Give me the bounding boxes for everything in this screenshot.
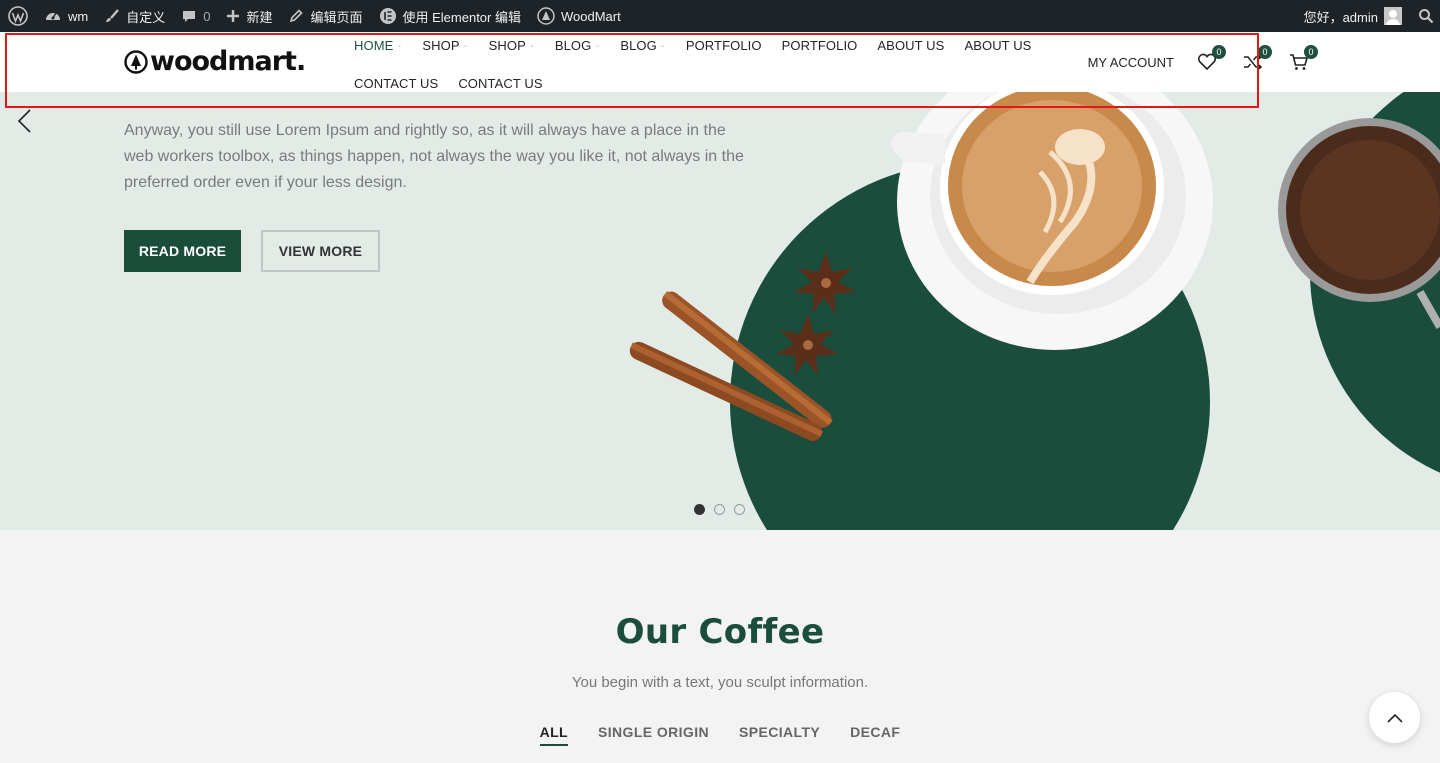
site-name-label: wm <box>68 8 89 24</box>
nav-blog-label: BLOG <box>554 37 592 53</box>
edit-page-item[interactable]: 编辑页面 <box>280 0 370 32</box>
woodmart-icon <box>537 7 555 25</box>
tab-specialty[interactable]: SPECIALTY <box>739 724 820 746</box>
scroll-to-top-button[interactable] <box>1369 692 1420 743</box>
slider-prev-arrow[interactable] <box>16 108 34 139</box>
section-title: Our Coffee <box>615 612 825 652</box>
header-tools: MY ACCOUNT 0 0 0 <box>1088 32 1318 92</box>
nav-about[interactable]: ABOUT US <box>877 38 944 53</box>
nav-portfolio[interactable]: PORTFOLIO <box>686 38 762 53</box>
nav-row-2: CONTACT US CONTACT US <box>354 73 563 93</box>
admin-search-item[interactable] <box>1410 0 1440 32</box>
nav-about-2-label: ABOUT US <box>964 37 1032 53</box>
chevron-down-icon: ⌄ <box>659 42 666 49</box>
compare-button[interactable]: 0 <box>1240 45 1272 75</box>
elementor-edit-item[interactable]: 使用 Elementor 编辑 <box>371 0 529 32</box>
chevron-down-icon: ⌄ <box>594 42 601 49</box>
nav-row-1: HOME ⌄ SHOP ⌄ SHOP ⌄ BLOG ⌄ BLOG ⌄ PORTFOLIO … <box>354 35 1051 55</box>
nav-blog-2[interactable]: BLOG ⌄ <box>620 38 666 53</box>
logo-text: woodmart. <box>150 46 306 77</box>
tab-all[interactable]: ALL <box>539 724 569 746</box>
nav-home-label: HOME <box>354 37 394 53</box>
slider-dot-1[interactable] <box>694 504 705 515</box>
cart-button[interactable]: 0 <box>1286 45 1318 75</box>
woodmart-label: WoodMart <box>560 8 621 24</box>
nav-blog-2-label: BLOG <box>620 37 657 53</box>
nav-shop-2-label: SHOP <box>488 37 526 53</box>
nav-portfolio-label: PORTFOLIO <box>685 37 762 53</box>
nav-portfolio-2[interactable]: PORTFOLIO <box>782 38 858 53</box>
slider-dot-3[interactable] <box>734 504 745 515</box>
hero-description: Anyway, you still use Lorem Ipsum and ri… <box>124 122 744 191</box>
nav-portfolio-2-label: PORTFOLIO <box>781 37 858 53</box>
cart-count-badge: 0 <box>1304 45 1318 59</box>
comment-icon <box>183 11 196 22</box>
nav-contact-2-label: CONTACT US <box>458 75 543 91</box>
wishlist-button[interactable]: 0 <box>1194 45 1226 75</box>
site-header: woodmart. HOME ⌄ SHOP ⌄ SHOP ⌄ BLOG ⌄ BLOG ⌄ … <box>0 32 1440 92</box>
comments-count: 0 <box>203 8 211 24</box>
new-label: 新建 <box>246 9 273 25</box>
edit-page-label: 编辑页面 <box>310 9 363 25</box>
comments-item[interactable]: 0 <box>173 0 218 32</box>
tab-single-origin[interactable]: SINGLE ORIGIN <box>598 724 709 746</box>
hero-slider: Anyway, you still use Lorem Ipsum and ri… <box>0 92 1440 530</box>
site-logo[interactable]: woodmart. <box>124 46 306 77</box>
wishlist-count-badge: 0 <box>1212 45 1226 59</box>
customize-label: 自定义 <box>126 9 166 25</box>
account-item[interactable]: 您好，admin <box>1296 0 1410 32</box>
nav-blog[interactable]: BLOG ⌄ <box>555 38 601 53</box>
brush-icon <box>106 9 120 22</box>
nav-contact-label: CONTACT US <box>354 75 439 91</box>
view-more-button[interactable]: VIEW MORE <box>261 230 380 272</box>
woodmart-theme-item[interactable]: WoodMart <box>529 0 629 32</box>
nav-contact-2[interactable]: CONTACT US <box>458 76 542 91</box>
chevron-up-icon <box>1386 713 1403 723</box>
nav-about-label: ABOUT US <box>877 37 945 53</box>
elementor-icon <box>379 8 396 24</box>
tab-decaf[interactable]: DECAF <box>850 724 900 746</box>
search-icon <box>1419 9 1434 24</box>
chevron-down-icon: ⌄ <box>396 42 403 49</box>
nav-shop-label: SHOP <box>422 37 460 53</box>
nav-shop[interactable]: SHOP ⌄ <box>422 38 468 53</box>
product-filter-tabs: ALL SINGLE ORIGIN SPECIALTY DECAF <box>0 724 1440 746</box>
wordpress-icon <box>8 6 28 26</box>
avatar <box>1384 7 1402 25</box>
dashboard-gauge-icon <box>46 12 60 20</box>
read-more-button[interactable]: READ MORE <box>124 230 241 272</box>
nav-contact[interactable]: CONTACT US <box>354 76 438 91</box>
greeting-label: 您好，admin <box>1303 9 1378 25</box>
nav-shop-2[interactable]: SHOP ⌄ <box>489 38 535 53</box>
logo-tree-icon <box>124 49 148 74</box>
elementor-edit-label: 使用 Elementor 编辑 <box>402 9 521 25</box>
my-account-link[interactable]: MY ACCOUNT <box>1088 55 1174 70</box>
new-content-item[interactable]: 新建 <box>218 0 280 32</box>
customize-item[interactable]: 自定义 <box>96 0 173 32</box>
section-subtitle: You begin with a text, you sculpt inform… <box>571 674 869 691</box>
nav-home[interactable]: HOME ⌄ <box>354 38 402 53</box>
chevron-down-icon: ⌄ <box>462 42 469 49</box>
compare-count-badge: 0 <box>1258 45 1272 59</box>
wp-admin-bar: wm 自定义 0 新建 编辑页面 使用 Elementor 编辑 WoodMar… <box>0 0 1440 32</box>
chevron-down-icon: ⌄ <box>528 42 535 49</box>
nav-about-2[interactable]: ABOUT US <box>964 38 1031 53</box>
site-name-item[interactable]: wm <box>36 0 96 32</box>
plus-icon <box>227 10 240 22</box>
pencil-icon <box>290 9 304 23</box>
slider-dot-2[interactable] <box>714 504 725 515</box>
slider-pagination <box>694 504 745 515</box>
chevron-left-icon <box>17 109 31 133</box>
wordpress-logo-item[interactable] <box>0 0 36 32</box>
